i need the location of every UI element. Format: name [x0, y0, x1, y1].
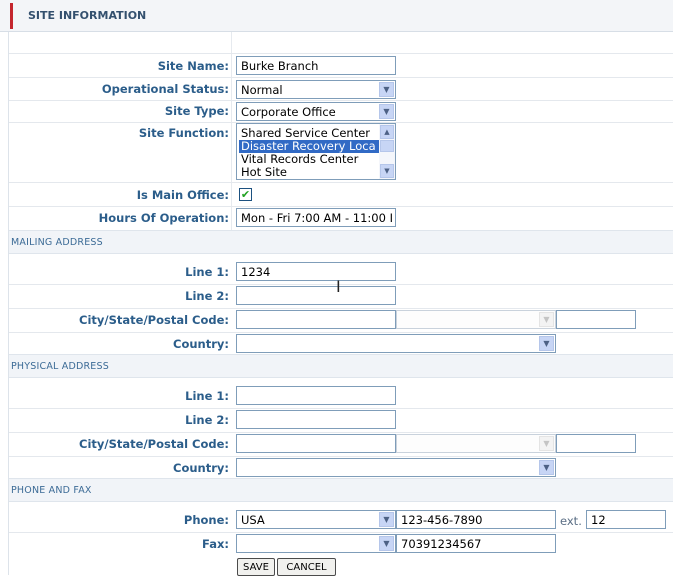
- section-header-mailing: MAILING ADDRESS: [9, 230, 673, 254]
- site-type-value: Corporate Office: [241, 105, 336, 119]
- row-divider: [9, 308, 673, 309]
- row-divider: [9, 53, 673, 54]
- chevron-down-icon[interactable]: ▼: [379, 512, 394, 527]
- mailing-line1-input[interactable]: 1234: [236, 262, 396, 281]
- text-cursor-icon: I: [336, 277, 341, 296]
- mailing-line2-input[interactable]: [236, 286, 396, 305]
- main-office-checkbox[interactable]: ✔: [239, 188, 252, 201]
- fax-country-select[interactable]: ▼: [236, 534, 396, 553]
- main-office-label: Is Main Office:: [136, 188, 229, 202]
- site-name-label: Site Name:: [157, 59, 229, 73]
- site-function-label: Site Function:: [138, 126, 229, 140]
- physical-line2-label: Line 2:: [185, 413, 229, 427]
- mailing-country-select[interactable]: ▼: [236, 334, 556, 353]
- row-divider: [9, 77, 673, 78]
- check-icon: ✔: [240, 188, 251, 201]
- mailing-postal-input[interactable]: [556, 310, 636, 329]
- scroll-thumb[interactable]: [380, 140, 394, 152]
- site-function-option-selected[interactable]: Disaster Recovery Loca: [239, 140, 379, 153]
- save-button[interactable]: SAVE: [237, 558, 275, 576]
- mailing-city-label: City/State/Postal Code:: [79, 313, 229, 327]
- site-type-select[interactable]: Corporate Office ▼: [236, 102, 396, 121]
- physical-country-select[interactable]: ▼: [236, 458, 556, 477]
- physical-line2-input[interactable]: [236, 410, 396, 429]
- chevron-down-icon[interactable]: ▼: [379, 104, 394, 119]
- phone-number-value: 123-456-7890: [401, 513, 483, 527]
- physical-line1-input[interactable]: [236, 386, 396, 405]
- physical-state-select[interactable]: ▼: [396, 434, 556, 453]
- scroll-down-icon[interactable]: ▼: [380, 164, 394, 178]
- section-header-phone-fax: PHONE AND FAX: [9, 478, 673, 502]
- chevron-down-icon[interactable]: ▼: [379, 536, 394, 551]
- fax-label: Fax:: [202, 537, 229, 551]
- phone-country-select[interactable]: USA ▼: [236, 510, 396, 529]
- physical-line1-label: Line 1:: [185, 389, 229, 403]
- chevron-down-icon[interactable]: ▼: [539, 336, 554, 351]
- chevron-down-icon[interactable]: ▼: [539, 436, 554, 451]
- cancel-button[interactable]: CANCEL: [277, 558, 336, 576]
- mailing-city-input[interactable]: [236, 310, 396, 329]
- row-divider: [9, 332, 673, 333]
- section-header-site-information: SITE INFORMATION: [0, 0, 673, 32]
- physical-city-input[interactable]: [236, 434, 396, 453]
- row-divider: [9, 532, 673, 533]
- phone-ext-input[interactable]: 12: [586, 510, 666, 529]
- physical-postal-input[interactable]: [556, 434, 636, 453]
- phone-number-input[interactable]: 123-456-7890: [396, 510, 556, 529]
- phone-country-value: USA: [241, 513, 265, 527]
- mailing-country-label: Country:: [173, 337, 229, 351]
- chevron-down-icon[interactable]: ▼: [379, 82, 394, 97]
- hours-input[interactable]: Mon - Fri 7:00 AM - 11:00 I: [236, 208, 396, 227]
- physical-country-label: Country:: [173, 461, 229, 475]
- mailing-section-title: MAILING ADDRESS: [11, 237, 103, 248]
- row-divider: [9, 284, 673, 285]
- row-divider: [9, 432, 673, 433]
- phonefax-section-title: PHONE AND FAX: [11, 485, 92, 496]
- row-divider: [9, 100, 673, 101]
- hours-value: Mon - Fri 7:00 AM - 11:00 I: [241, 211, 393, 225]
- site-name-value: Burke Branch: [241, 59, 319, 73]
- site-function-option[interactable]: Hot Site: [239, 166, 379, 179]
- mailing-line2-label: Line 2:: [185, 289, 229, 303]
- phone-ext-value: 12: [591, 513, 606, 527]
- scroll-up-icon[interactable]: ▲: [380, 125, 394, 139]
- row-divider: [9, 456, 673, 457]
- operational-status-value: Normal: [241, 83, 283, 97]
- mailing-state-select[interactable]: ▼: [396, 310, 556, 329]
- physical-city-label: City/State/Postal Code:: [79, 437, 229, 451]
- chevron-down-icon[interactable]: ▼: [539, 312, 554, 327]
- column-divider: [231, 32, 232, 230]
- hours-label: Hours Of Operation:: [98, 211, 229, 225]
- site-type-label: Site Type:: [164, 104, 229, 118]
- site-function-option[interactable]: Vital Records Center: [239, 153, 379, 166]
- operational-status-select[interactable]: Normal ▼: [236, 80, 396, 99]
- phone-label: Phone:: [183, 513, 229, 527]
- row-divider: [9, 408, 673, 409]
- operational-status-label: Operational Status:: [101, 82, 229, 96]
- physical-section-title: PHYSICAL ADDRESS: [11, 361, 109, 372]
- mailing-line1-value: 1234: [241, 265, 271, 279]
- mailing-line1-label: Line 1:: [185, 265, 229, 279]
- fax-number-input[interactable]: 70391234567: [396, 534, 556, 553]
- row-divider: [9, 182, 673, 183]
- section-header-physical: PHYSICAL ADDRESS: [9, 354, 673, 378]
- ext-label: ext.: [560, 514, 582, 528]
- fax-number-value: 70391234567: [401, 537, 482, 551]
- site-name-input[interactable]: Burke Branch: [236, 56, 396, 75]
- site-function-listbox[interactable]: Shared Service Center Disaster Recovery …: [236, 123, 396, 180]
- section-title: SITE INFORMATION: [28, 9, 147, 22]
- chevron-down-icon[interactable]: ▼: [539, 460, 554, 475]
- row-divider: [9, 206, 673, 207]
- accent-bar: [10, 3, 13, 29]
- listbox-scrollbar[interactable]: ▲ ▼: [379, 124, 395, 179]
- site-function-option[interactable]: Shared Service Center: [239, 127, 379, 140]
